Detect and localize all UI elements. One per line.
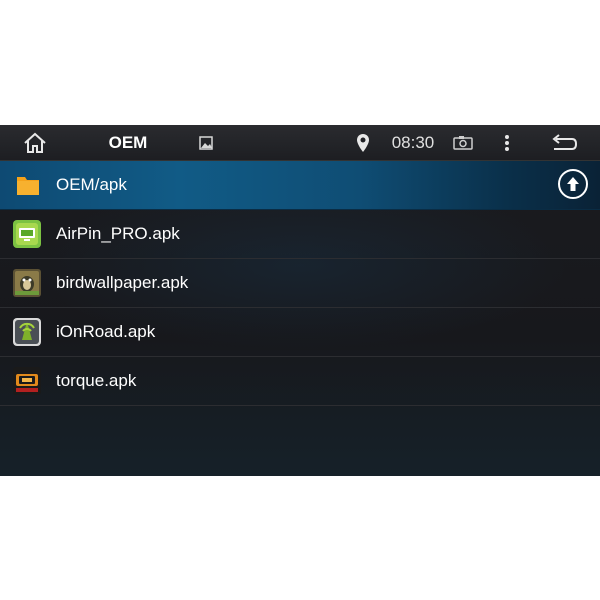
file-name: torque.apk <box>56 371 137 390</box>
current-path-label: OEM/apk <box>56 175 127 194</box>
file-row-airpin[interactable]: AirPin_PRO.apk <box>0 210 600 259</box>
birdwallpaper-app-icon <box>13 269 41 297</box>
airpin-app-icon <box>13 220 41 248</box>
gallery-icon[interactable] <box>196 125 216 160</box>
status-time: 08:30 <box>391 132 435 152</box>
folder-icon <box>17 177 39 195</box>
current-path-row: OEM/apk <box>0 161 600 210</box>
app-title: OEM <box>108 132 148 152</box>
file-name: iOnRoad.apk <box>56 322 156 341</box>
file-row-torque[interactable]: torque.apk <box>0 357 600 406</box>
file-row-ionroad[interactable]: iOnRoad.apk <box>0 308 600 357</box>
screenshot-icon[interactable] <box>452 125 474 160</box>
up-arrow-icon <box>567 177 579 191</box>
torque-app-icon <box>13 367 41 395</box>
back-icon[interactable] <box>548 125 580 160</box>
ionroad-app-icon <box>13 318 41 346</box>
file-manager-screen: OEM 08:30 OEM/apk AirPin_PRO.apk birdwal… <box>0 125 600 476</box>
file-name: birdwallpaper.apk <box>56 273 189 292</box>
file-row-birdwallpaper[interactable]: birdwallpaper.apk <box>0 259 600 308</box>
home-icon[interactable] <box>22 125 48 160</box>
file-name: AirPin_PRO.apk <box>56 224 180 243</box>
up-directory-button[interactable] <box>558 169 588 199</box>
location-icon <box>354 125 372 160</box>
status-bar: OEM 08:30 <box>0 125 600 161</box>
menu-icon[interactable] <box>497 125 517 160</box>
